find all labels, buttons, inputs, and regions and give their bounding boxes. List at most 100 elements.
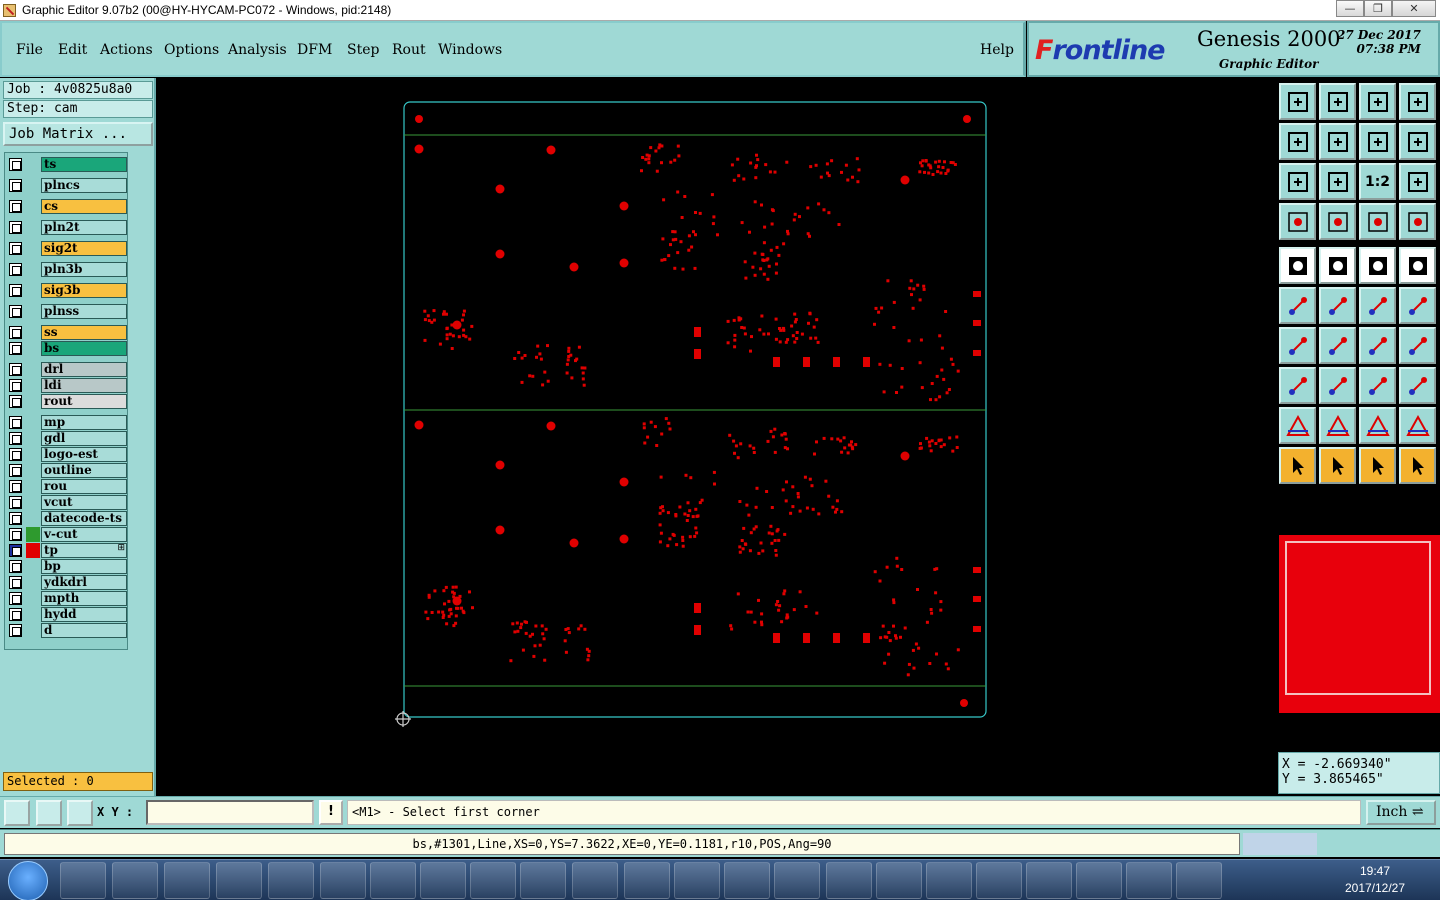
layer-name[interactable]: ts — [41, 157, 127, 172]
taskbar-excel3-icon[interactable] — [420, 862, 466, 899]
minimize-button[interactable]: — — [1336, 0, 1364, 17]
layer-name[interactable]: outline — [41, 463, 127, 478]
dot-icon[interactable] — [1399, 247, 1436, 284]
taskbar-app-g-icon[interactable] — [164, 862, 210, 899]
taskbar-save-icon[interactable] — [60, 862, 106, 899]
taskbar-shell-icon[interactable] — [724, 862, 770, 899]
layer-checkbox[interactable] — [9, 363, 22, 376]
layer-row-ss[interactable]: ss — [7, 325, 127, 340]
slash-icon[interactable] — [1319, 327, 1356, 364]
layer-name[interactable]: rout — [41, 394, 127, 409]
layer-name[interactable]: cs — [41, 199, 127, 214]
view-download-icon[interactable] — [1319, 83, 1356, 120]
layer-name[interactable]: v-cut — [41, 527, 127, 542]
xy-input[interactable] — [146, 800, 314, 825]
menu-rout[interactable]: Rout — [392, 42, 426, 58]
snap-grid-icon[interactable] — [67, 800, 93, 826]
measure-pin-icon[interactable] — [1319, 203, 1356, 240]
layer-name[interactable]: rou — [41, 479, 127, 494]
layer-row-rou[interactable]: rou — [7, 479, 127, 494]
layer-checkbox[interactable] — [9, 576, 22, 589]
job-matrix-button[interactable]: Job Matrix ... — [3, 122, 153, 146]
angle-icon[interactable] — [1279, 327, 1316, 364]
layer-checkbox[interactable] — [9, 592, 22, 605]
layer-row-gdl[interactable]: gdl — [7, 431, 127, 446]
view-left-icon[interactable] — [1279, 123, 1316, 160]
layer-row-outline[interactable]: outline — [7, 463, 127, 478]
rotate-icon[interactable] — [1359, 327, 1396, 364]
layer-checkbox[interactable] — [9, 221, 22, 234]
overview-preview[interactable] — [1279, 535, 1440, 713]
layer-checkbox[interactable] — [9, 263, 22, 276]
layer-row-mpth[interactable]: mpth — [7, 591, 127, 606]
layer-name[interactable]: logo-est — [41, 447, 127, 462]
layer-row-bs[interactable]: bs — [7, 341, 127, 356]
taskbar-word-icon[interactable] — [572, 862, 618, 899]
layer-checkbox[interactable] — [9, 200, 22, 213]
layer-row-rout[interactable]: rout — [7, 394, 127, 409]
help-query-icon[interactable] — [1399, 163, 1436, 200]
layer-checkbox[interactable] — [9, 326, 22, 339]
layer-checkbox[interactable] — [9, 379, 22, 392]
layer-checkbox[interactable] — [9, 416, 22, 429]
cluster-icon[interactable] — [1399, 367, 1436, 404]
menu-dfm[interactable]: DFM — [297, 42, 332, 58]
pcb-view[interactable] — [158, 79, 1275, 793]
menu-windows[interactable]: Windows — [438, 42, 502, 58]
layer-checkbox[interactable] — [9, 624, 22, 637]
layer-name[interactable]: ydkdrl — [41, 575, 127, 590]
edit-shape-icon[interactable] — [1319, 247, 1356, 284]
select-arrow2-icon[interactable] — [1319, 447, 1356, 484]
ruler-icon[interactable] — [1359, 247, 1396, 284]
layer-name[interactable]: vcut — [41, 495, 127, 510]
taskbar-eye-icon[interactable] — [826, 862, 872, 899]
layer-row-mp[interactable]: mp — [7, 415, 127, 430]
line-red2-icon[interactable] — [1399, 287, 1436, 324]
zoom-fit-icon[interactable] — [1279, 163, 1316, 200]
layer-checkbox[interactable] — [9, 464, 22, 477]
taskbar-pdf2-icon[interactable] — [674, 862, 720, 899]
taskbar-genesis3-icon[interactable] — [976, 862, 1022, 899]
layer-checkbox[interactable] — [9, 448, 22, 461]
close-button[interactable]: ✕ — [1392, 0, 1436, 17]
menu-edit[interactable]: Edit — [58, 42, 87, 58]
layer-checkbox[interactable] — [9, 496, 22, 509]
menu-analysis[interactable]: Analysis — [228, 42, 287, 58]
taskbar-pdf-icon[interactable] — [624, 862, 670, 899]
layer-checkbox[interactable] — [9, 512, 22, 525]
taskbar-genesis5-icon[interactable] — [1076, 862, 1122, 899]
start-button[interactable] — [8, 861, 48, 900]
taskbar-genesis2-icon[interactable] — [926, 862, 972, 899]
layer-row-logo-est[interactable]: logo-est — [7, 447, 127, 462]
menu-file[interactable]: File — [16, 42, 43, 58]
layer-name[interactable]: datecode-ts — [41, 511, 127, 526]
layer-name[interactable]: mpth — [41, 591, 127, 606]
line-red-icon[interactable] — [1359, 287, 1396, 324]
triangle4-icon[interactable] — [1399, 407, 1436, 444]
layer-name[interactable]: pln3b — [41, 262, 127, 277]
layer-checkbox[interactable] — [9, 480, 22, 493]
layer-checkbox[interactable] — [9, 242, 22, 255]
layer-checkbox[interactable] — [9, 158, 22, 171]
layer-checkbox[interactable] — [9, 395, 22, 408]
view-house-icon[interactable] — [1359, 83, 1396, 120]
triangle3-icon[interactable] — [1359, 407, 1396, 444]
taskbar-doc-icon[interactable] — [774, 862, 820, 899]
layer-name[interactable]: drl — [41, 362, 127, 377]
stretch-icon[interactable] — [1359, 367, 1396, 404]
layer-row-sig3b[interactable]: sig3b — [7, 283, 127, 298]
layer-row-d[interactable]: d — [7, 623, 127, 638]
taskbar-genesis4-icon[interactable] — [1026, 862, 1072, 899]
layer-name[interactable]: ldi — [41, 378, 127, 393]
taskbar-excel5-icon[interactable] — [520, 862, 566, 899]
layer-row-tp[interactable]: tp ⊞ — [7, 543, 127, 558]
layer-name[interactable]: pln2t — [41, 220, 127, 235]
layer-row-ts[interactable]: ts — [7, 157, 127, 172]
layer-name[interactable]: plnss — [41, 304, 127, 319]
layer-row-plnss[interactable]: plnss — [7, 304, 127, 319]
layer-row-vcut[interactable]: vcut — [7, 495, 127, 510]
snap-icon[interactable] — [1279, 367, 1316, 404]
warning-button[interactable]: ! — [319, 800, 343, 825]
layer-red2-icon[interactable] — [1399, 203, 1436, 240]
layer-checkbox[interactable] — [9, 560, 22, 573]
